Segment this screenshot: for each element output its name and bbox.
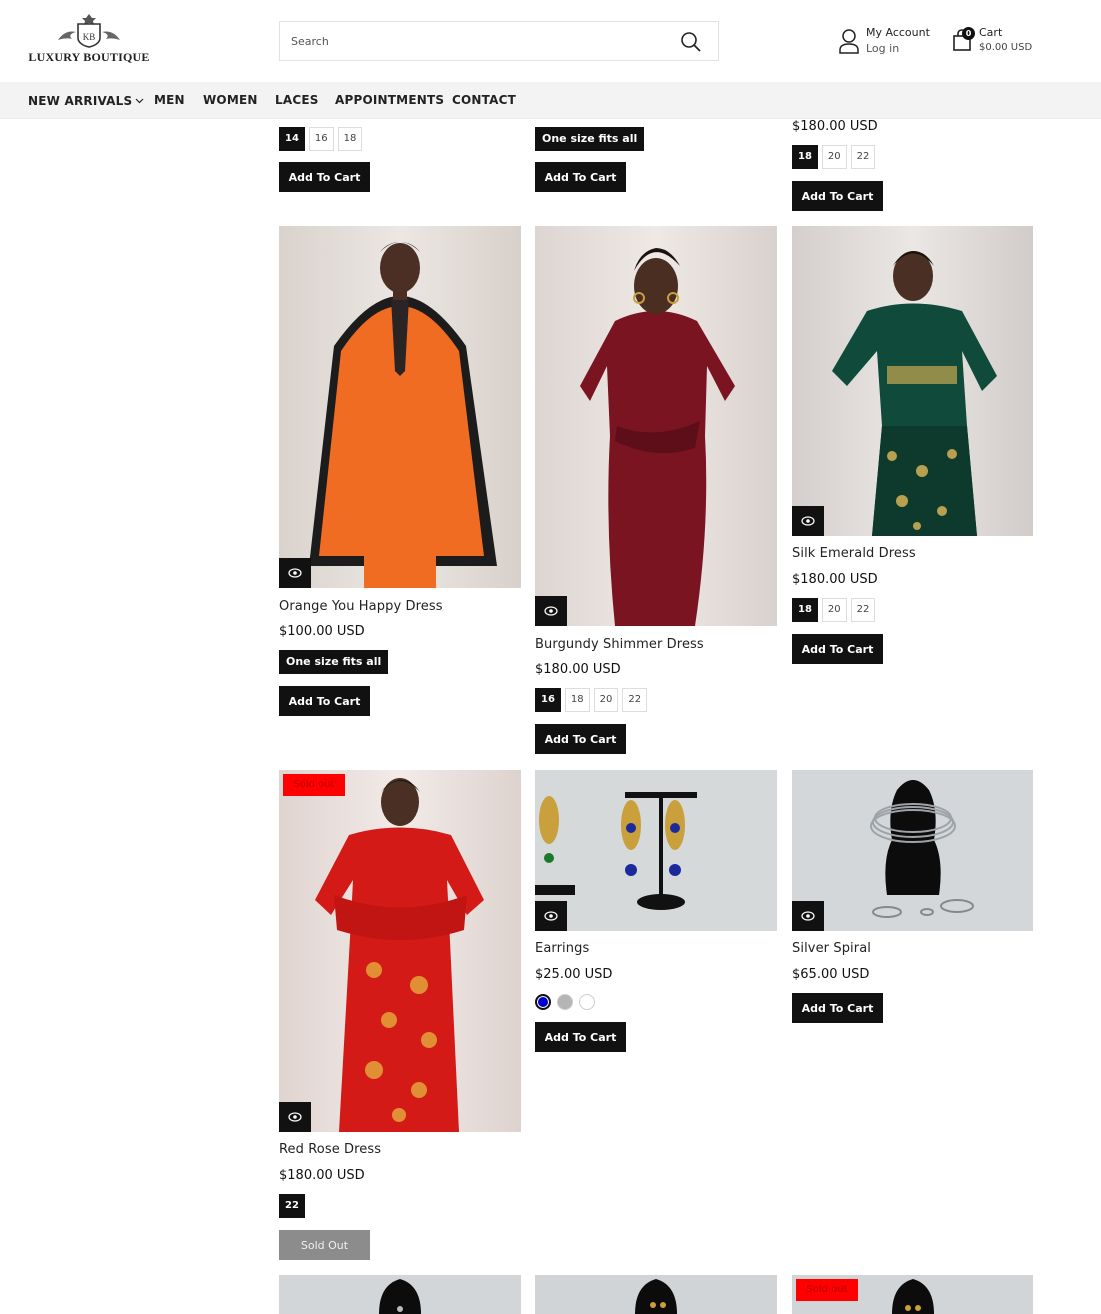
product-price: $180.00 USD	[792, 572, 878, 587]
color-swatch-silver[interactable]	[557, 994, 573, 1010]
product-price: $65.00 USD	[792, 967, 870, 982]
eye-icon[interactable]	[279, 558, 311, 588]
color-options	[535, 994, 595, 1010]
product-image[interactable]	[535, 770, 777, 931]
product-image[interactable]	[279, 1275, 521, 1314]
product-price: $25.00 USD	[535, 967, 613, 982]
brand-name: LUXURY BOUTIQUE	[28, 50, 150, 64]
cart-count-badge: 0	[962, 27, 975, 40]
product-price: $180.00 USD	[279, 1168, 365, 1183]
size-option[interactable]: 22	[279, 1194, 305, 1218]
nav-item-men[interactable]: MEN	[154, 93, 185, 107]
size-option[interactable]: 18	[792, 598, 818, 622]
eye-icon[interactable]	[792, 506, 824, 536]
add-to-cart-button[interactable]: Add To Cart	[279, 162, 370, 192]
nav-item-new-arrivals[interactable]: NEW ARRIVALS	[28, 93, 144, 108]
search-box	[279, 21, 719, 61]
size-option[interactable]: 14	[279, 127, 305, 151]
cart-title: Cart	[979, 26, 1003, 39]
add-to-cart-button[interactable]: Add To Cart	[535, 162, 626, 192]
product-price: $180.00 USD	[535, 662, 621, 677]
size-option[interactable]: 18	[337, 127, 363, 151]
size-option[interactable]: 22	[850, 145, 876, 169]
product-image[interactable]	[792, 226, 1034, 536]
sold-out-button[interactable]: Sold Out	[279, 1230, 370, 1260]
add-to-cart-button[interactable]: Add To Cart	[535, 724, 626, 754]
size-option[interactable]: 22	[622, 688, 648, 712]
nav-item-laces[interactable]: LACES	[275, 93, 319, 107]
eye-icon[interactable]	[535, 901, 567, 931]
sold-out-badge: Sold out	[796, 1279, 858, 1301]
account-title: My Account	[866, 26, 930, 39]
size-options: 14 16 18	[279, 127, 363, 151]
add-to-cart-button[interactable]: Add To Cart	[792, 993, 883, 1023]
login-link[interactable]: Log in	[866, 42, 899, 55]
search-input[interactable]	[280, 22, 670, 60]
size-options: 18 20 22	[792, 598, 876, 622]
size-options: One size fits all	[279, 650, 389, 674]
product-title[interactable]: Red Rose Dress	[279, 1142, 381, 1157]
size-option[interactable]: 16	[535, 688, 561, 712]
product-image[interactable]: Sold out	[792, 1275, 1034, 1314]
size-option[interactable]: One size fits all	[535, 127, 645, 151]
cart-link[interactable]: 0 Cart $0.00 USD	[952, 26, 1052, 58]
eye-icon[interactable]	[535, 596, 567, 626]
size-options: 16 18 20 22	[535, 688, 648, 712]
search-icon[interactable]	[680, 31, 702, 53]
product-title[interactable]: Earrings	[535, 941, 589, 956]
size-option[interactable]: 18	[792, 145, 818, 169]
size-option[interactable]: 16	[308, 127, 334, 151]
add-to-cart-button[interactable]: Add To Cart	[279, 686, 370, 716]
size-option[interactable]: 22	[850, 598, 876, 622]
sold-out-badge: Sold out	[283, 774, 345, 796]
product-title[interactable]: Burgundy Shimmer Dress	[535, 637, 704, 652]
product-image[interactable]	[535, 226, 777, 626]
add-to-cart-button[interactable]: Add To Cart	[535, 1022, 626, 1052]
size-option[interactable]: 20	[821, 145, 847, 169]
size-option[interactable]: 20	[821, 598, 847, 622]
product-image[interactable]	[279, 226, 521, 588]
product-image[interactable]	[535, 1275, 777, 1314]
nav-item-women[interactable]: WOMEN	[203, 93, 258, 107]
eye-icon[interactable]	[792, 901, 824, 931]
crest-icon: KB	[58, 14, 120, 48]
product-title[interactable]: Silk Emerald Dress	[792, 546, 916, 561]
nav-item-contact[interactable]: CONTACT	[452, 93, 516, 107]
size-options: One size fits all	[535, 127, 645, 151]
add-to-cart-button[interactable]: Add To Cart	[792, 634, 883, 664]
product-title[interactable]: Silver Spiral	[792, 941, 871, 956]
product-image[interactable]: Sold out	[279, 770, 521, 1132]
add-to-cart-button[interactable]: Add To Cart	[792, 181, 883, 211]
size-option[interactable]: One size fits all	[279, 650, 389, 674]
svg-text:KB: KB	[83, 32, 96, 42]
size-options: 22	[279, 1194, 305, 1218]
product-image[interactable]	[792, 770, 1034, 931]
size-options: 18 20 22	[792, 145, 876, 169]
main-nav: NEW ARRIVALS MEN WOMEN LACES APPOINTMENT…	[0, 82, 1101, 119]
color-swatch-white[interactable]	[579, 994, 595, 1010]
color-swatch-blue[interactable]	[535, 994, 551, 1010]
site-header: KB LUXURY BOUTIQUE My Account Log in 0 C…	[0, 0, 1101, 82]
nav-label: NEW ARRIVALS	[28, 94, 133, 108]
eye-icon[interactable]	[279, 1102, 311, 1132]
cart-total: $0.00 USD	[979, 42, 1033, 53]
brand-logo[interactable]: KB LUXURY BOUTIQUE	[28, 12, 150, 68]
product-price: $100.00 USD	[279, 624, 365, 639]
product-price: $180.00 USD	[792, 119, 878, 134]
nav-item-appointments[interactable]: APPOINTMENTS	[335, 93, 444, 107]
product-title[interactable]: Orange You Happy Dress	[279, 599, 443, 614]
chevron-down-icon	[135, 93, 144, 107]
size-option[interactable]: 20	[593, 688, 619, 712]
size-option[interactable]: 18	[564, 688, 590, 712]
user-icon	[838, 28, 860, 58]
account-link[interactable]: My Account Log in	[838, 26, 948, 58]
